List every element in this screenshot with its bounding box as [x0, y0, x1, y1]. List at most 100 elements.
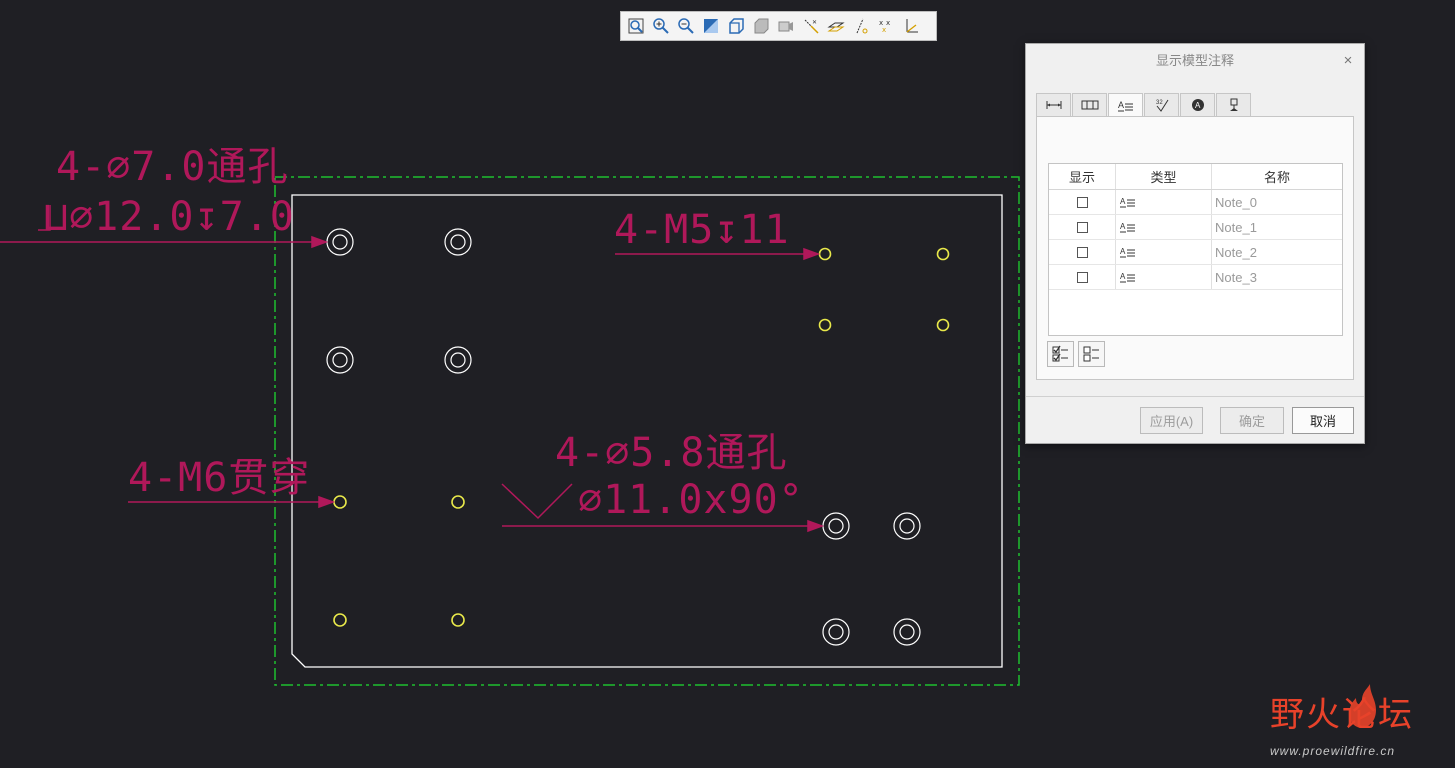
annotation-hole1-line1[interactable]: 4-∅7.0通孔 — [56, 147, 289, 187]
show-cell — [1049, 265, 1116, 289]
show-checkbox[interactable] — [1076, 221, 1088, 233]
table-row[interactable]: A Note_0 — [1049, 190, 1342, 215]
column-header-name[interactable]: 名称 — [1212, 164, 1342, 189]
countersink-hole[interactable] — [822, 512, 850, 540]
leader-arrow — [807, 519, 825, 533]
leader-arrow — [803, 247, 821, 261]
datum-points-icon[interactable] — [849, 15, 872, 38]
show-checkbox[interactable] — [1076, 246, 1088, 258]
annotation-type-tabs: A 32 A — [1036, 93, 1354, 117]
type-cell: A — [1116, 190, 1212, 214]
counterbore-hole[interactable] — [326, 346, 354, 374]
thread-hole[interactable] — [818, 318, 832, 332]
show-cell — [1049, 215, 1116, 239]
thread-hole[interactable] — [333, 495, 347, 509]
counterbore-hole[interactable] — [326, 228, 354, 256]
select-all-button[interactable] — [1047, 341, 1074, 367]
dialog-title-bar[interactable]: 显示模型注释 × — [1026, 44, 1364, 78]
note-icon: A — [1120, 197, 1135, 208]
datum-axes-icon[interactable] — [824, 15, 847, 38]
repaint-icon[interactable] — [699, 15, 722, 38]
hidden-line-icon[interactable] — [749, 15, 772, 38]
selection-buttons — [1047, 341, 1105, 367]
annotation-hole3[interactable]: 4-M6贯穿 — [128, 458, 310, 498]
countersink-hole[interactable] — [893, 618, 921, 646]
type-cell: A — [1116, 215, 1212, 239]
dialog-title: 显示模型注释 — [1155, 53, 1234, 68]
svg-text:A: A — [1118, 100, 1124, 110]
table-row[interactable]: A Note_1 — [1049, 215, 1342, 240]
svg-text:32: 32 — [1156, 100, 1163, 106]
thread-hole[interactable] — [451, 613, 465, 627]
cancel-button[interactable]: 取消 — [1292, 407, 1354, 434]
note-icon: A — [1120, 272, 1135, 283]
watermark-url: www.proewildfire.cn — [1270, 744, 1396, 758]
table-header: 显示 类型 名称 — [1049, 164, 1342, 190]
note-name: Note_0 — [1215, 194, 1257, 210]
shading-icon[interactable] — [724, 15, 747, 38]
svg-text:A: A — [1195, 101, 1201, 110]
note-tab-panel: 显示 类型 名称 A Note_0 A Note_1 A Note_2 A Note_3 — [1036, 116, 1354, 380]
zoom-out-icon[interactable] — [674, 15, 697, 38]
table-row[interactable]: A Note_2 — [1049, 240, 1342, 265]
name-cell: Note_2 — [1212, 240, 1342, 264]
type-cell: A — [1116, 265, 1212, 289]
column-header-type[interactable]: 类型 — [1116, 164, 1212, 189]
annotation-hole4-line2[interactable]: ∅11.0x90° — [578, 480, 804, 520]
show-model-annotations-dialog: 显示模型注释 × A 32 A 显示 类型 名称 A Note_0 A Note_1 A… — [1025, 43, 1365, 444]
zoom-in-icon[interactable] — [649, 15, 672, 38]
show-cell — [1049, 190, 1116, 214]
name-cell: Note_1 — [1212, 215, 1342, 239]
svg-text:x: x — [886, 19, 890, 27]
note-icon: A — [1120, 247, 1135, 258]
thread-hole[interactable] — [936, 318, 950, 332]
thread-hole[interactable] — [451, 495, 465, 509]
datum-tab-icon[interactable] — [1216, 93, 1251, 116]
show-checkbox[interactable] — [1076, 196, 1088, 208]
footer-divider — [1026, 396, 1364, 397]
datum-planes-icon[interactable]: ✕ — [799, 15, 822, 38]
annotation-table: 显示 类型 名称 A Note_0 A Note_1 A Note_2 A Note_3 — [1048, 163, 1343, 336]
deselect-all-button[interactable] — [1078, 341, 1105, 367]
svg-text:A: A — [1120, 222, 1126, 231]
svg-text:A: A — [1120, 247, 1126, 256]
counterbore-hole[interactable] — [444, 346, 472, 374]
close-icon[interactable]: × — [1341, 44, 1355, 78]
countersink-hole[interactable] — [893, 512, 921, 540]
note-name: Note_1 — [1215, 219, 1257, 235]
show-cell — [1049, 240, 1116, 264]
svg-text:x: x — [882, 26, 886, 34]
counterbore-hole[interactable] — [444, 228, 472, 256]
view-toolbar: ✕ xxx — [620, 11, 937, 41]
note-tab-icon[interactable]: A — [1108, 93, 1143, 117]
saved-views-icon[interactable] — [774, 15, 797, 38]
annotation-hole4-line1[interactable]: 4-∅5.8通孔 — [555, 433, 788, 473]
thread-hole[interactable] — [936, 247, 950, 261]
note-name: Note_3 — [1215, 269, 1257, 285]
annotation-hole2[interactable]: 4-M5↧11 — [614, 210, 790, 250]
dimension-tab-icon[interactable] — [1036, 93, 1071, 116]
symbol-tab-icon[interactable]: A — [1180, 93, 1215, 116]
coord-sys-icon[interactable]: xxx — [874, 15, 897, 38]
surface-finish-tab-icon[interactable]: 32 — [1144, 93, 1179, 116]
watermark-logo: 野火论坛 www.proewildfire.cn — [1268, 684, 1448, 764]
table-row[interactable]: A Note_3 — [1049, 265, 1342, 290]
thread-hole[interactable] — [818, 247, 832, 261]
name-cell: Note_3 — [1212, 265, 1342, 289]
note-icon: A — [1120, 222, 1135, 233]
countersink-hole[interactable] — [822, 618, 850, 646]
svg-text:A: A — [1120, 197, 1126, 206]
column-header-show[interactable]: 显示 — [1049, 164, 1116, 189]
show-checkbox[interactable] — [1076, 271, 1088, 283]
type-cell: A — [1116, 240, 1212, 264]
thread-hole[interactable] — [333, 613, 347, 627]
annotation-hole1-line2[interactable]: ⊔∅12.0↧7.0 — [44, 197, 295, 237]
svg-text:A: A — [1120, 272, 1126, 281]
refit-icon[interactable] — [624, 15, 647, 38]
countersink-symbol — [501, 483, 573, 520]
ok-button[interactable]: 确定 — [1220, 407, 1284, 434]
note-name: Note_2 — [1215, 244, 1257, 260]
annotations-icon[interactable] — [899, 15, 922, 38]
apply-button[interactable]: 应用(A) — [1140, 407, 1203, 434]
gtol-tab-icon[interactable] — [1072, 93, 1107, 116]
